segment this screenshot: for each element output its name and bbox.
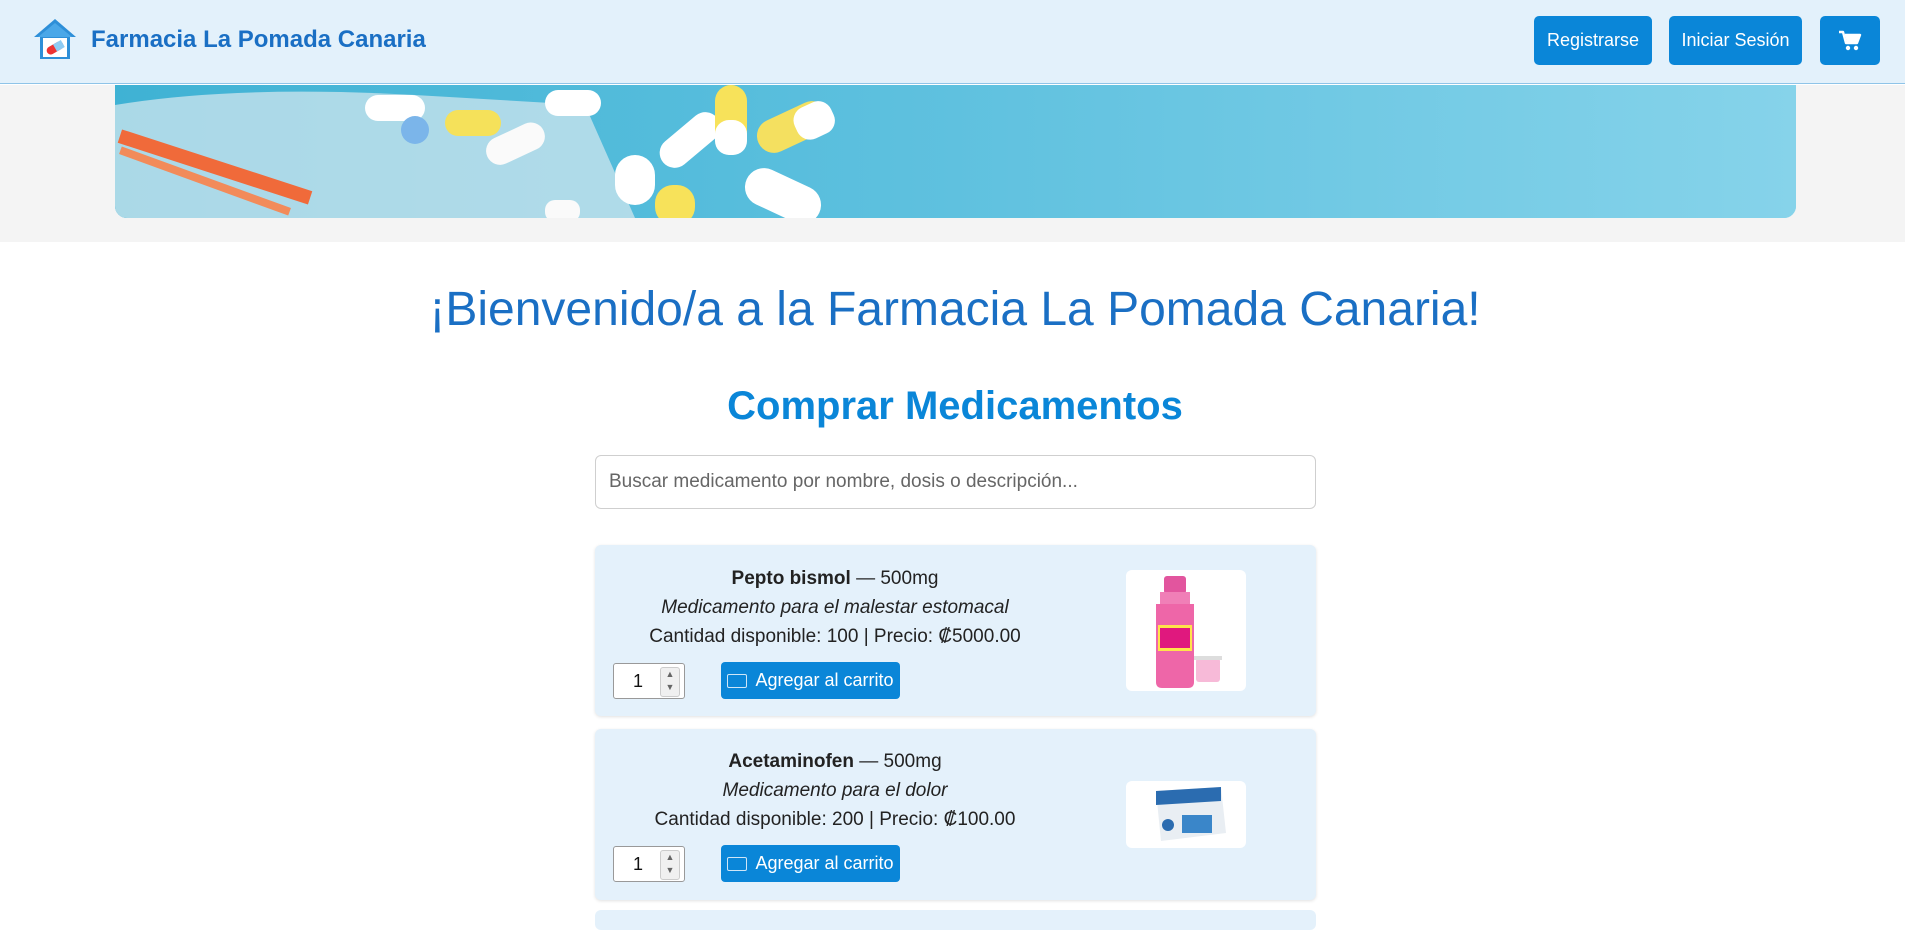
shop-section-title: Comprar Medicamentos — [727, 384, 1183, 428]
product-image-pepto — [1126, 570, 1246, 691]
product-info: Pepto bismol — 500mg Medicamento para el… — [595, 564, 1075, 651]
add-to-cart-button[interactable]: Agregar al carrito — [721, 662, 900, 699]
cart-button[interactable] — [1820, 16, 1880, 65]
quantity-value: 1 — [632, 671, 643, 691]
add-to-cart-label: Agregar al carrito — [755, 670, 894, 690]
quantity-stepper[interactable]: 1 ▲ ▼ — [613, 846, 685, 882]
top-navbar: Farmacia La Pomada Canaria Registrarse I… — [0, 0, 1905, 84]
spinner-arrows-icon[interactable]: ▲ ▼ — [660, 667, 680, 697]
product-card: Acetaminofen — 500mg Medicamento para el… — [595, 729, 1316, 900]
login-button[interactable]: Iniciar Sesión — [1669, 16, 1802, 65]
search-input[interactable] — [595, 455, 1316, 509]
cart-small-icon — [727, 856, 748, 871]
product-dose: — 500mg — [853, 751, 942, 772]
add-to-cart-label: Agregar al carrito — [755, 853, 894, 873]
cart-small-icon — [727, 673, 748, 688]
product-description: Medicamento para el malestar estomacal — [661, 597, 1009, 618]
product-image-acetaminofen — [1126, 781, 1246, 848]
pills-illustration — [115, 85, 1796, 218]
welcome-heading: ¡Bienvenido/a a la Farmacia La Pomada Ca… — [429, 283, 1481, 336]
quantity-stepper[interactable]: 1 ▲ ▼ — [613, 663, 685, 699]
product-stock-price: Cantidad disponible: 200 | Precio: ₡100.… — [654, 809, 1016, 830]
product-info: Acetaminofen — 500mg Medicamento para el… — [595, 747, 1075, 834]
product-dose: — 500mg — [850, 568, 939, 589]
product-card-next — [595, 910, 1316, 930]
product-description: Medicamento para el dolor — [722, 780, 948, 801]
add-to-cart-button[interactable]: Agregar al carrito — [721, 845, 900, 882]
spinner-arrows-icon[interactable]: ▲ ▼ — [660, 850, 680, 880]
product-card: Pepto bismol — 500mg Medicamento para el… — [595, 545, 1316, 716]
product-name: Pepto bismol — [731, 568, 851, 589]
brand-name[interactable]: Farmacia La Pomada Canaria — [91, 26, 426, 54]
shopping-cart-icon — [1839, 30, 1862, 50]
product-stock-price: Cantidad disponible: 100 | Precio: ₡5000… — [649, 626, 1021, 647]
product-name: Acetaminofen — [728, 751, 854, 772]
hero-banner-image — [115, 85, 1796, 218]
quantity-value: 1 — [632, 854, 643, 874]
register-button[interactable]: Registrarse — [1534, 16, 1652, 65]
house-pill-icon[interactable] — [32, 17, 78, 61]
